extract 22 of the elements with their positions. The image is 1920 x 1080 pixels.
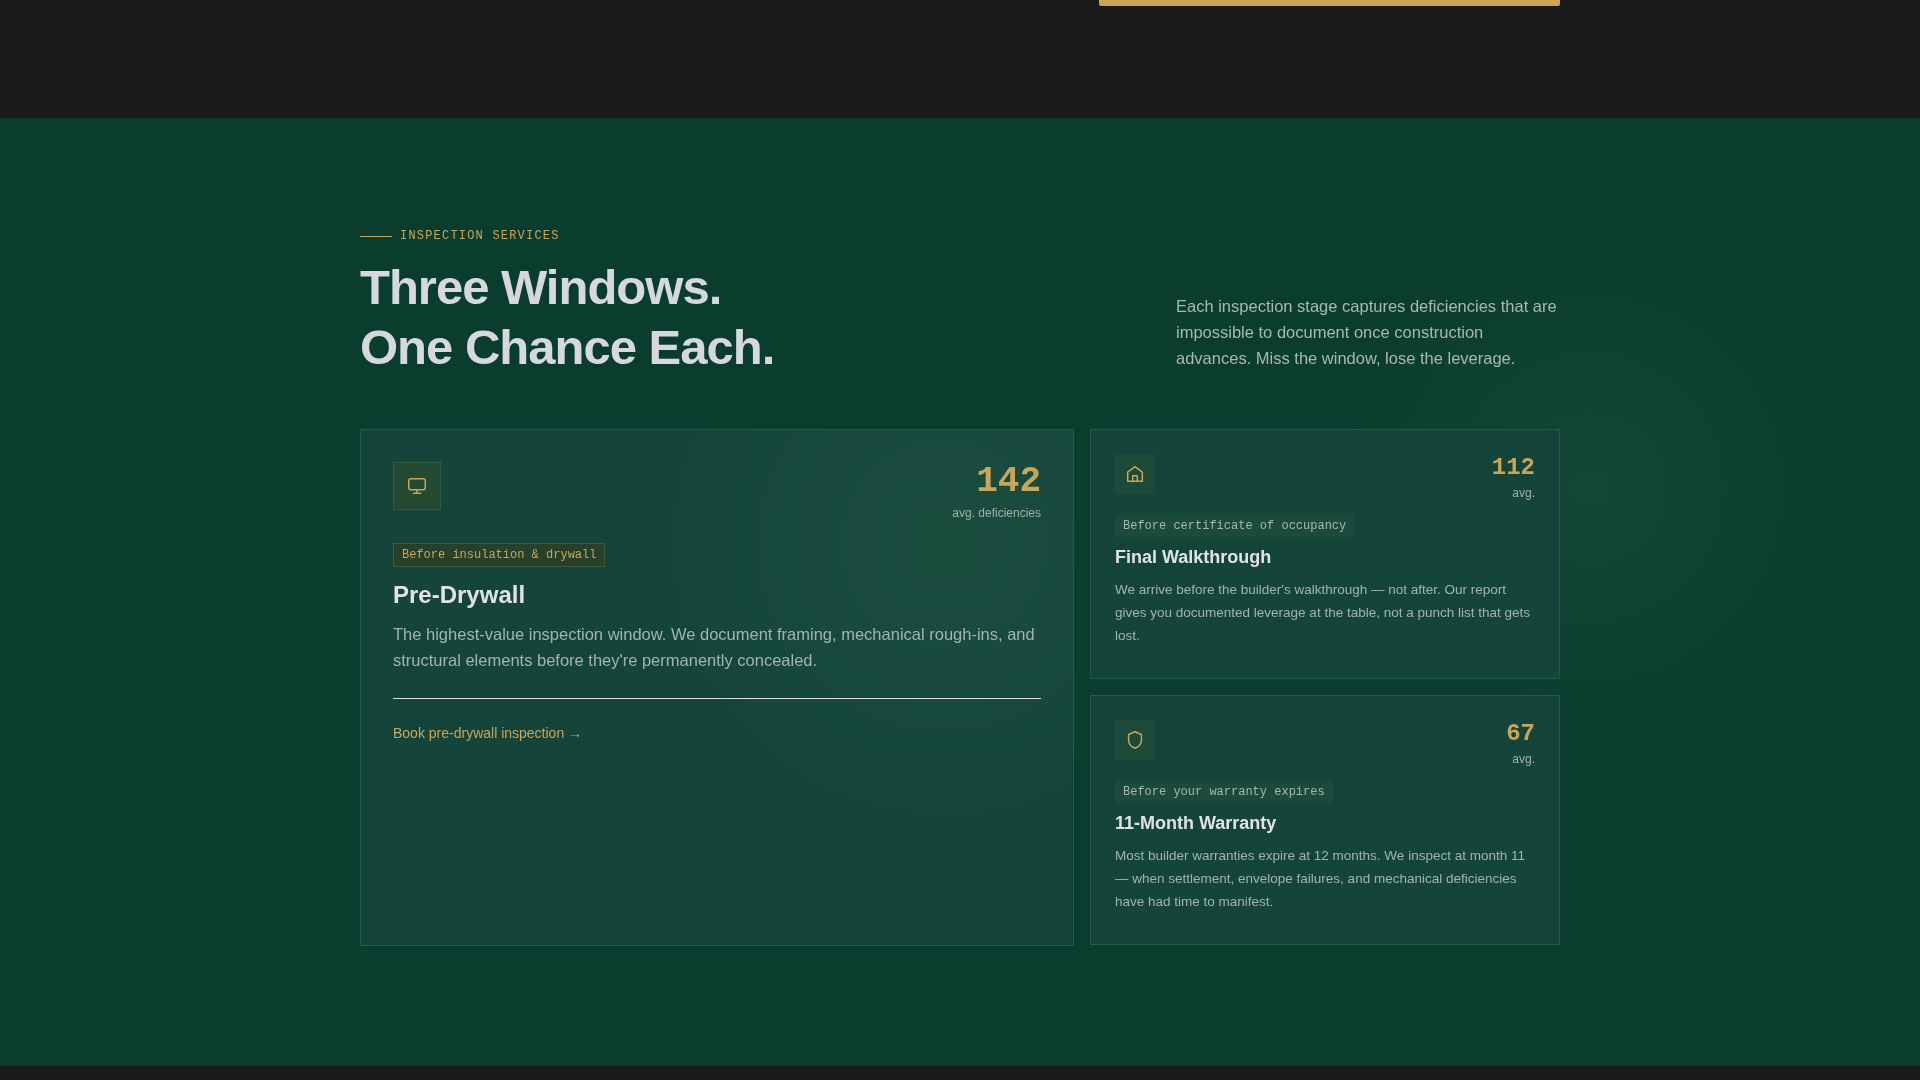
card-description: Most builder warranties expire at 12 months. We inspect at month 11 — when settlement, envelope failures, and mechanical deficiencies have had time to manifest. bbox=[1115, 847, 1526, 911]
book-link[interactable]: Book pre-drywall inspection → bbox=[393, 725, 583, 741]
timing-tag: Before insulation & drywall bbox=[393, 543, 606, 567]
intro-paragraph: Each inspection stage captures deficiencies that are impossible to document once construction advances. Miss the window, lose the leverage. bbox=[1176, 296, 1558, 369]
count-label: avg. bbox=[1511, 752, 1535, 766]
deficiency-count: 67 bbox=[1506, 720, 1535, 748]
deficiency-count: 142 bbox=[975, 462, 1041, 502]
timing-tag: Before your warranty expires bbox=[1115, 781, 1333, 803]
card-title: Pre-Drywall bbox=[393, 581, 527, 609]
card-title: 11-Month Warranty bbox=[1115, 813, 1278, 834]
count-label: avg. deficiencies bbox=[952, 506, 1041, 520]
deficiency-count: 112 bbox=[1491, 454, 1535, 482]
monitor-icon bbox=[406, 475, 428, 497]
house-icon bbox=[1124, 463, 1146, 485]
section-heading: Three Windows. One Chance Each. bbox=[360, 259, 775, 376]
card-description: We arrive before the builder's walkthrough — not after. Our report gives you documented leverage at the table, not a punch list that gets lost. bbox=[1115, 581, 1532, 645]
card-title: Final Walkthrough bbox=[1115, 547, 1273, 568]
timing-tag: Before certificate of occupancy bbox=[1115, 515, 1355, 537]
card-description: The highest-value inspection window. We document framing, mechanical rough-ins, and structural elements before they're permanently concealed. bbox=[393, 624, 1036, 671]
button-edge[interactable] bbox=[1099, 0, 1560, 6]
count-label: avg. bbox=[1511, 486, 1535, 500]
eyebrow-label: INSPECTION SERVICES bbox=[400, 229, 560, 243]
